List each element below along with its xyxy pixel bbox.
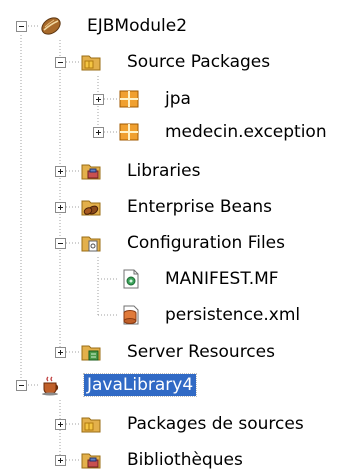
expand-toggle[interactable]: [55, 455, 66, 466]
tree-node-configuration-files[interactable]: Configuration Files: [0, 229, 350, 257]
source-folder-icon: [81, 417, 101, 433]
expand-toggle[interactable]: [55, 419, 66, 430]
coffee-cup-icon: [42, 376, 59, 396]
beans-folder-icon: [81, 200, 101, 216]
bean-icon: [41, 17, 61, 35]
tree-node-bibliotheques[interactable]: Bibliothèques: [0, 446, 350, 474]
tree-node-server-resources[interactable]: Server Resources: [0, 338, 350, 366]
expand-toggle[interactable]: [55, 202, 66, 213]
expand-toggle[interactable]: [55, 166, 66, 177]
node-label: Libraries: [127, 161, 201, 181]
tree-node-ejbmodule2[interactable]: EJBModule2: [0, 12, 350, 40]
node-label: Server Resources: [127, 342, 275, 362]
node-label: medecin.exception: [165, 122, 327, 142]
node-label: MANIFEST.MF: [165, 269, 279, 289]
expand-toggle[interactable]: [93, 94, 104, 105]
node-label: Enterprise Beans: [127, 197, 273, 217]
node-label: persistence.xml: [165, 305, 301, 325]
tree-node-jpa[interactable]: jpa: [0, 85, 350, 113]
node-label: jpa: [165, 89, 191, 109]
persistence-file-icon: [123, 305, 139, 325]
collapse-toggle[interactable]: [55, 238, 66, 249]
node-label: Bibliothèques: [127, 450, 243, 470]
tree-node-enterprise-beans[interactable]: Enterprise Beans: [0, 193, 350, 221]
source-folder-icon: [81, 55, 101, 71]
collapse-toggle[interactable]: [16, 21, 27, 32]
node-label: Source Packages: [127, 52, 271, 72]
tree-node-manifest[interactable]: MANIFEST.MF: [0, 265, 350, 293]
manifest-file-icon: [123, 269, 139, 289]
server-resources-folder-icon: [81, 345, 101, 361]
project-label-selected: JavaLibrary4: [82, 373, 198, 397]
tree-node-packages-de-sources[interactable]: Packages de sources: [0, 410, 350, 438]
node-label: Configuration Files: [127, 233, 285, 253]
package-icon: [119, 90, 139, 108]
project-tree: EJBModule2 Source Packages jpa medecin.e…: [0, 0, 350, 472]
tree-node-libraries[interactable]: Libraries: [0, 157, 350, 185]
tree-node-medecin-exception[interactable]: medecin.exception: [0, 118, 350, 146]
libraries-folder-icon: [81, 164, 101, 180]
config-folder-icon: [81, 236, 101, 252]
tree-node-persistence-xml[interactable]: persistence.xml: [0, 301, 350, 329]
tree-node-javalibrary4[interactable]: JavaLibrary4: [0, 371, 350, 399]
collapse-toggle[interactable]: [16, 380, 27, 391]
collapse-toggle[interactable]: [55, 57, 66, 68]
package-icon: [119, 123, 139, 141]
expand-toggle[interactable]: [93, 127, 104, 138]
expand-toggle[interactable]: [55, 347, 66, 358]
tree-node-source-packages[interactable]: Source Packages: [0, 48, 350, 76]
node-label: Packages de sources: [127, 414, 304, 434]
libraries-folder-icon: [81, 453, 101, 469]
project-label: EJBModule2: [87, 16, 188, 36]
